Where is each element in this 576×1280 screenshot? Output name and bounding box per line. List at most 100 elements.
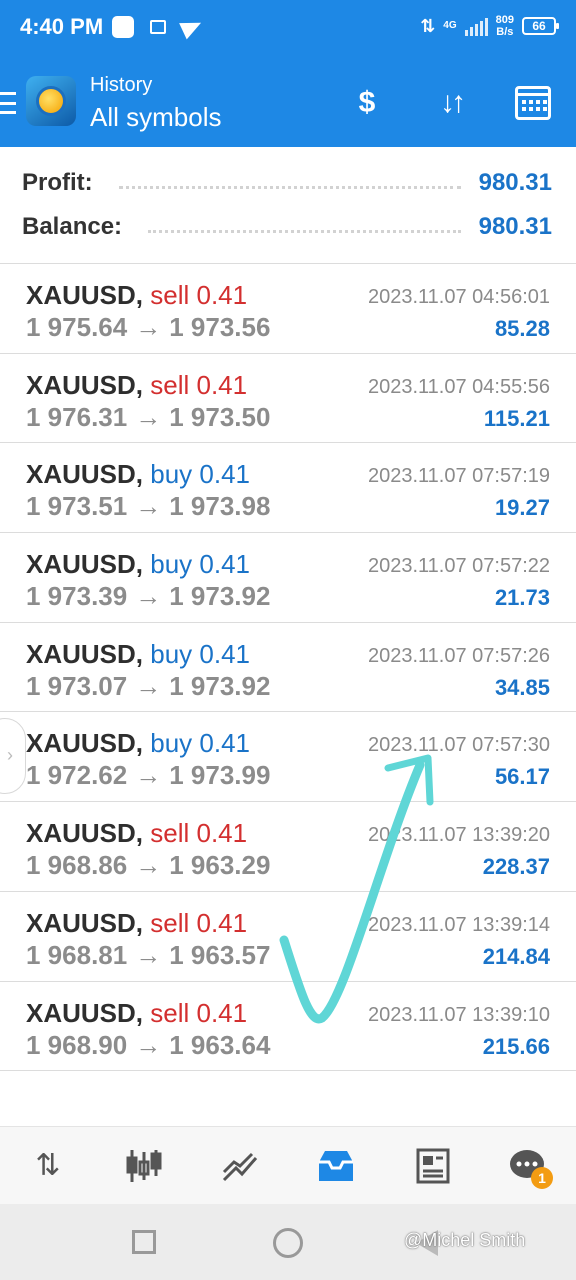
deal-time: 2023.11.07 04:55:56: [367, 375, 550, 398]
deal-volume: 0.41: [199, 459, 251, 490]
deal-prices: 1 968.81 → 1 963.57: [26, 940, 270, 971]
balance-row: Balance: 980.31: [22, 207, 552, 247]
deals-list: XAUUSD, sell 0.41 1 975.64 → 1 973.56 2023…: [0, 264, 576, 1072]
deal-volume: 0.41: [199, 549, 251, 580]
deal-title: XAUUSD, sell 0.41: [26, 280, 247, 311]
deal-row[interactable]: XAUUSD, sell 0.41 1 968.86 → 1 963.29 2023…: [0, 802, 576, 892]
calendar-icon[interactable]: [512, 82, 554, 124]
deal-row[interactable]: XAUUSD, buy 0.41 1 973.07 → 1 973.92 2023.…: [0, 623, 576, 713]
deal-row[interactable]: XAUUSD, buy 0.41 1 973.39 → 1 973.92 2023.…: [0, 533, 576, 623]
deal-open-price: 1 968.90: [26, 1029, 128, 1060]
deal-symbol: XAUUSD,: [26, 907, 144, 938]
deal-profit: 34.85: [494, 674, 550, 700]
recent-apps-button[interactable]: [132, 1230, 156, 1254]
deal-direction: buy: [150, 728, 193, 759]
price-arrow-icon: →: [135, 760, 162, 791]
history-icon[interactable]: [311, 1141, 361, 1191]
deal-time: 2023.11.07 04:56:01: [367, 286, 550, 308]
deal-row[interactable]: XAUUSD, sell 0.41 1 968.81 → 1 963.57 2023…: [0, 892, 576, 982]
home-button[interactable]: [273, 1228, 303, 1258]
deal-close-price: 1 973.92: [169, 670, 271, 701]
deal-direction: sell: [150, 907, 190, 938]
dotted-leader: [148, 229, 461, 233]
price-arrow-icon: →: [135, 939, 162, 970]
balance-value: 980.31: [478, 213, 552, 240]
deal-title: XAUUSD, buy 0.41: [26, 728, 250, 759]
price-arrow-icon: →: [135, 491, 162, 522]
app-header: 4:40 PM ⇅ 4G 809 B/s 66 History All symb…: [0, 0, 576, 147]
symbol-filter-title[interactable]: All symbols: [90, 102, 221, 133]
price-arrow-icon: →: [135, 581, 162, 612]
deal-close-price: 1 973.92: [169, 581, 271, 612]
deal-row[interactable]: XAUUSD, sell 0.41 1 968.90 → 1 963.64 2023…: [0, 982, 576, 1072]
chat-icon[interactable]: 1: [503, 1141, 553, 1191]
deal-title: XAUUSD, sell 0.41: [26, 908, 247, 939]
data-transfer-icon: ⇅: [420, 15, 436, 36]
deal-profit: 85.28: [494, 316, 550, 341]
deal-title: XAUUSD, sell 0.41: [26, 370, 247, 401]
status-bar: 4:40 PM ⇅ 4G 809 B/s 66: [0, 0, 576, 58]
deal-open-price: 1 975.64: [26, 312, 128, 342]
news-icon[interactable]: [407, 1141, 457, 1191]
deal-direction: buy: [150, 638, 193, 669]
deal-row[interactable]: XAUUSD, buy 0.41 1 972.62 → 1 973.99 2023.…: [0, 712, 576, 803]
deal-volume: 0.41: [196, 818, 248, 849]
deal-row[interactable]: XAUUSD, buy 0.41 1 973.51 → 1 973.98 2023.…: [0, 443, 576, 534]
deal-open-price: 1 973.07: [26, 670, 128, 701]
deal-profit: 228.37: [482, 854, 550, 880]
deal-row[interactable]: XAUUSD, sell 0.41 1 975.64 → 1 973.56 2023…: [0, 264, 576, 354]
trade-icon[interactable]: [215, 1141, 265, 1191]
deal-profit: 19.27: [494, 495, 550, 521]
deal-prices: 1 973.51 → 1 973.98: [26, 491, 270, 522]
deal-close-price: 1 973.99: [169, 760, 271, 791]
deal-open-price: 1 972.62: [26, 760, 128, 791]
deal-title: XAUUSD, sell 0.41: [26, 998, 247, 1029]
deal-title: XAUUSD, buy 0.41: [26, 459, 250, 490]
app-notification-icon: [112, 16, 134, 38]
deal-open-price: 1 973.51: [26, 491, 128, 522]
menu-icon[interactable]: [0, 92, 16, 114]
price-arrow-icon: →: [135, 1029, 162, 1060]
deal-open-price: 1 976.31: [26, 401, 128, 432]
deal-symbol: XAUUSD,: [26, 369, 144, 400]
deal-close-price: 1 963.57: [169, 939, 271, 970]
deal-volume: 0.41: [196, 280, 248, 310]
currency-exchange-icon[interactable]: $: [346, 82, 388, 124]
price-arrow-icon: →: [135, 670, 162, 701]
deal-prices: 1 975.64 → 1 973.56: [26, 312, 270, 343]
deal-title: XAUUSD, buy 0.41: [26, 639, 250, 670]
side-panel-handle[interactable]: ›: [0, 718, 26, 794]
deal-close-price: 1 963.29: [169, 850, 271, 881]
history-summary: Profit: 980.31 Balance: 980.31: [0, 147, 576, 264]
deal-close-price: 1 963.64: [169, 1029, 271, 1060]
deal-volume: 0.41: [196, 907, 248, 938]
deal-direction: buy: [150, 459, 193, 490]
deal-time: 2023.11.07 13:39:10: [367, 1003, 550, 1026]
bottom-navigation: ⇅ 1: [0, 1126, 576, 1204]
deal-close-price: 1 973.56: [169, 312, 271, 342]
metatrader-logo: [26, 76, 76, 126]
chevron-right-icon: ›: [7, 745, 13, 765]
sort-icon[interactable]: ↓↑: [430, 82, 472, 124]
deal-title: XAUUSD, sell 0.41: [26, 818, 247, 849]
balance-label: Balance:: [22, 213, 123, 240]
deal-open-price: 1 968.81: [26, 939, 128, 970]
deal-profit: 214.84: [482, 943, 550, 969]
deal-prices: 1 973.07 → 1 973.92: [26, 671, 270, 702]
deal-row[interactable]: XAUUSD, sell 0.41 1 976.31 → 1 973.50 2023…: [0, 354, 576, 444]
deal-symbol: XAUUSD,: [26, 280, 144, 310]
message-icon: [150, 20, 166, 34]
deal-time: 2023.11.07 07:57:22: [367, 555, 550, 578]
deal-symbol: XAUUSD,: [26, 638, 144, 669]
chart-icon[interactable]: [119, 1141, 169, 1191]
deal-direction: sell: [150, 997, 190, 1028]
quotes-icon[interactable]: ⇅: [23, 1141, 73, 1191]
deal-time: 2023.11.07 07:57:26: [367, 644, 550, 667]
network-type: 4G: [443, 20, 457, 31]
deal-time: 2023.11.07 07:57:30: [367, 734, 550, 757]
deal-volume: 0.41: [196, 369, 248, 400]
telegram-icon: [179, 14, 205, 40]
chat-badge: 1: [531, 1166, 553, 1189]
watermark: @Michel Smith: [404, 1230, 526, 1250]
deal-volume: 0.41: [199, 728, 251, 759]
